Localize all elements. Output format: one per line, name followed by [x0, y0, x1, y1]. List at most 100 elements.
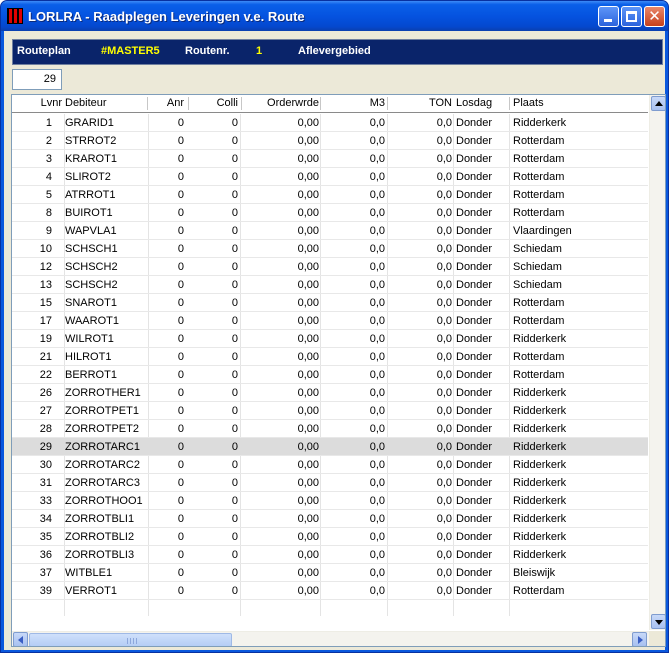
cell-colli: 0	[231, 261, 238, 273]
cell-colli: 0	[231, 333, 238, 345]
cell-ton: 0,0	[436, 333, 452, 345]
table-row[interactable]: 1 GRARID1 0 0 0,00 0,0 0,0 Donder Ridderkerk	[12, 114, 648, 132]
horizontal-scrollbar[interactable]	[12, 631, 649, 646]
column-header-lvnr[interactable]: Lvnr	[12, 97, 62, 109]
table-row[interactable]: 5 ATRROT1 0 0 0,00 0,0 0,0 Donder Rotterdam	[12, 186, 648, 204]
table-row[interactable]: 10 SCHSCH1 0 0 0,00 0,0 0,0 Donder Schiedam	[12, 240, 648, 258]
app-icon[interactable]	[7, 8, 23, 24]
scroll-right-button[interactable]	[632, 632, 647, 646]
table-row[interactable]: 31 ZORROTARC3 0 0 0,00 0,0 0,0 Donder Ridderkerk	[12, 474, 648, 492]
cell-losdag: Donder	[456, 585, 493, 597]
cell-plaats: Rotterdam	[513, 207, 565, 219]
table-row[interactable]: 22 BERROT1 0 0 0,00 0,0 0,0 Donder Rotterdam	[12, 366, 648, 384]
table-row[interactable]: 28 ZORROTPET2 0 0 0,00 0,0 0,0 Donder Ridderkerk	[12, 420, 648, 438]
column-header-m3[interactable]: M3	[321, 97, 385, 109]
table-row[interactable]: 29 ZORROTARC1 0 0 0,00 0,0 0,0 Donder Ridderkerk	[12, 438, 648, 456]
column-header-losdag[interactable]: Losdag	[456, 97, 492, 109]
cell-lvnr: 30	[39, 459, 52, 471]
column-header-orderwrde[interactable]: Orderwrde	[242, 97, 319, 109]
cell-anr: 0	[177, 135, 184, 147]
cell-ton: 0,0	[436, 153, 452, 165]
table-row[interactable]: 26 ZORROTHER1 0 0 0,00 0,0 0,0 Donder Ridderkerk	[12, 384, 648, 402]
cell-ton: 0,0	[436, 441, 452, 453]
cell-colli: 0	[231, 459, 238, 471]
column-header-colli[interactable]: Colli	[189, 97, 238, 109]
cell-colli: 0	[231, 351, 238, 363]
cell-debiteur: SCHSCH2	[65, 279, 118, 291]
cell-debiteur: KRAROT1	[65, 153, 117, 165]
table-row[interactable]: 33 ZORROTHOO1 0 0 0,00 0,0 0,0 Donder Ridderkerk	[12, 492, 648, 510]
cell-orderwrde: 0,00	[297, 207, 319, 219]
table-row[interactable]: 36 ZORROTBLI3 0 0 0,00 0,0 0,0 Donder Ridderkerk	[12, 546, 648, 564]
cell-m3: 0,0	[369, 495, 385, 507]
cell-ton: 0,0	[436, 171, 452, 183]
table-row[interactable]: 21 HILROT1 0 0 0,00 0,0 0,0 Donder Rotterdam	[12, 348, 648, 366]
deliveries-grid[interactable]: Lvnr Debiteur Anr Colli Orderwrde M3 TON…	[11, 94, 666, 647]
cell-m3: 0,0	[369, 351, 385, 363]
cell-ton: 0,0	[436, 513, 452, 525]
cell-colli: 0	[231, 567, 238, 579]
cell-losdag: Donder	[456, 279, 493, 291]
cell-debiteur: VERROT1	[65, 585, 117, 597]
table-row[interactable]: 2 STRROT2 0 0 0,00 0,0 0,0 Donder Rotterdam	[12, 132, 648, 150]
column-header-ton[interactable]: TON	[388, 97, 452, 109]
cell-plaats: Ridderkerk	[513, 387, 567, 399]
table-row[interactable]: 9 WAPVLA1 0 0 0,00 0,0 0,0 Donder Vlaardingen	[12, 222, 648, 240]
cell-debiteur: ZORROTPET1	[65, 405, 139, 417]
cell-ton: 0,0	[436, 315, 452, 327]
cell-colli: 0	[231, 189, 238, 201]
table-row[interactable]: 19 WILROT1 0 0 0,00 0,0 0,0 Donder Ridderkerk	[12, 330, 648, 348]
minimize-button[interactable]	[598, 6, 619, 27]
cell-debiteur: ZORROTARC1	[65, 441, 140, 453]
cell-anr: 0	[177, 171, 184, 183]
cell-ton: 0,0	[436, 369, 452, 381]
scroll-down-button[interactable]	[651, 614, 665, 629]
cell-m3: 0,0	[369, 225, 385, 237]
table-row[interactable]: 12 SCHSCH2 0 0 0,00 0,0 0,0 Donder Schiedam	[12, 258, 648, 276]
cell-plaats: Ridderkerk	[513, 441, 567, 453]
cell-ton: 0,0	[436, 423, 452, 435]
column-header-plaats[interactable]: Plaats	[513, 97, 544, 109]
cell-plaats: Rotterdam	[513, 135, 565, 147]
aflevergebied-label: Aflevergebied	[298, 45, 371, 57]
table-row[interactable]: 37 WITBLE1 0 0 0,00 0,0 0,0 Donder Bleiswijk	[12, 564, 648, 582]
cell-orderwrde: 0,00	[297, 369, 319, 381]
table-row[interactable]: 3 KRAROT1 0 0 0,00 0,0 0,0 Donder Rotterdam	[12, 150, 648, 168]
cell-losdag: Donder	[456, 135, 493, 147]
table-row[interactable]: 39 VERROT1 0 0 0,00 0,0 0,0 Donder Rotterdam	[12, 582, 648, 600]
table-row[interactable]: 13 SCHSCH2 0 0 0,00 0,0 0,0 Donder Schiedam	[12, 276, 648, 294]
cell-orderwrde: 0,00	[297, 117, 319, 129]
cell-debiteur: ZORROTPET2	[65, 423, 139, 435]
vertical-scrollbar[interactable]	[649, 95, 665, 630]
close-button[interactable]: ✕	[644, 6, 665, 27]
column-header-debiteur[interactable]: Debiteur	[65, 97, 107, 109]
table-row[interactable]: 27 ZORROTPET1 0 0 0,00 0,0 0,0 Donder Ridderkerk	[12, 402, 648, 420]
table-row[interactable]: 34 ZORROTBLI1 0 0 0,00 0,0 0,0 Donder Ridderkerk	[12, 510, 648, 528]
cell-anr: 0	[177, 441, 184, 453]
record-count-field[interactable]: 29	[12, 69, 62, 90]
table-row[interactable]: 8 BUIROT1 0 0 0,00 0,0 0,0 Donder Rotterdam	[12, 204, 648, 222]
scroll-left-button[interactable]	[13, 632, 28, 646]
maximize-button[interactable]	[621, 6, 642, 27]
cell-m3: 0,0	[369, 189, 385, 201]
cell-losdag: Donder	[456, 117, 493, 129]
table-row[interactable]: 15 SNAROT1 0 0 0,00 0,0 0,0 Donder Rotterdam	[12, 294, 648, 312]
cell-colli: 0	[231, 297, 238, 309]
cell-debiteur: ZORROTBLI1	[65, 513, 135, 525]
cell-anr: 0	[177, 369, 184, 381]
cell-plaats: Rotterdam	[513, 171, 565, 183]
cell-anr: 0	[177, 351, 184, 363]
scroll-up-button[interactable]	[651, 96, 665, 111]
table-row[interactable]: 4 SLIROT2 0 0 0,00 0,0 0,0 Donder Rotterdam	[12, 168, 648, 186]
column-header-anr[interactable]: Anr	[148, 97, 184, 109]
table-row[interactable]: 30 ZORROTARC2 0 0 0,00 0,0 0,0 Donder Ridderkerk	[12, 456, 648, 474]
cell-debiteur: WILROT1	[65, 333, 114, 345]
cell-anr: 0	[177, 189, 184, 201]
table-row[interactable]: 17 WAAROT1 0 0 0,00 0,0 0,0 Donder Rotterdam	[12, 312, 648, 330]
cell-losdag: Donder	[456, 351, 493, 363]
title-bar[interactable]: LORLRA - Raadplegen Leveringen v.e. Rout…	[1, 1, 668, 31]
cell-lvnr: 33	[39, 495, 52, 507]
cell-orderwrde: 0,00	[297, 333, 319, 345]
horizontal-scroll-thumb[interactable]	[29, 633, 232, 646]
table-row[interactable]: 35 ZORROTBLI2 0 0 0,00 0,0 0,0 Donder Ridderkerk	[12, 528, 648, 546]
